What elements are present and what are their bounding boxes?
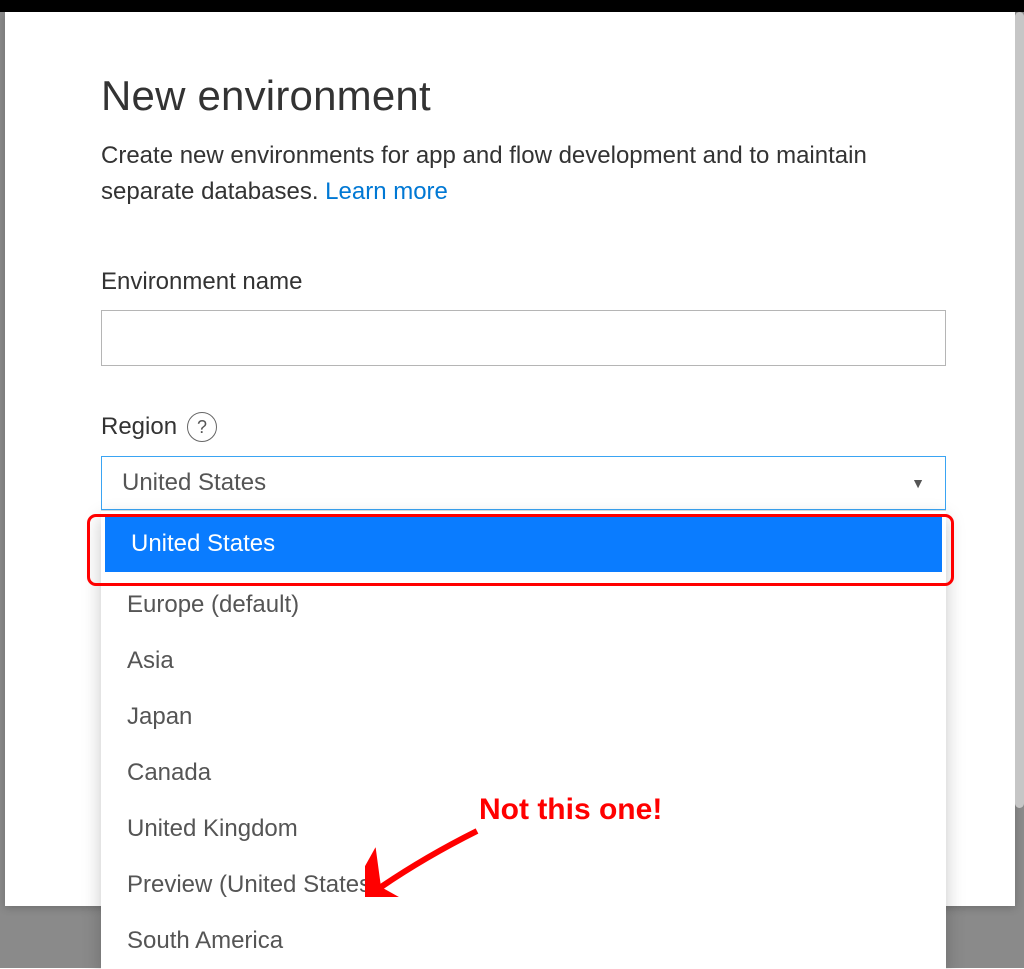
region-option-europe[interactable]: Europe (default)	[101, 577, 946, 633]
region-option-asia[interactable]: Asia	[101, 633, 946, 689]
new-environment-dialog: New environment Create new environments …	[5, 12, 1015, 906]
chevron-down-icon: ▼	[911, 475, 925, 491]
region-option-us[interactable]: United States	[105, 516, 942, 572]
dialog-scrollbar[interactable]	[1015, 12, 1024, 808]
region-label-text: Region	[101, 413, 177, 441]
region-select-value: United States	[122, 469, 266, 497]
region-select[interactable]: United States ▼	[101, 456, 946, 510]
region-option-preview-us[interactable]: Preview (United States)	[101, 857, 946, 913]
subtitle-text: Create new environments for app and flow…	[101, 142, 867, 205]
dialog-subtitle: Create new environments for app and flow…	[101, 138, 925, 210]
region-dropdown: United States Europe (default) Asia Japa…	[101, 510, 946, 969]
environment-name-label-text: Environment name	[101, 268, 302, 296]
region-option-japan[interactable]: Japan	[101, 689, 946, 745]
region-option-canada[interactable]: Canada	[101, 745, 946, 801]
dialog-title: New environment	[101, 72, 925, 120]
help-icon[interactable]: ?	[187, 412, 217, 442]
backdrop-top-bar	[0, 0, 1024, 12]
environment-name-label: Environment name	[101, 268, 925, 296]
region-label: Region ?	[101, 412, 925, 442]
region-option-south-america[interactable]: South America	[101, 913, 946, 969]
environment-name-input[interactable]	[101, 310, 946, 366]
learn-more-link[interactable]: Learn more	[325, 178, 448, 205]
region-option-uk[interactable]: United Kingdom	[101, 801, 946, 857]
